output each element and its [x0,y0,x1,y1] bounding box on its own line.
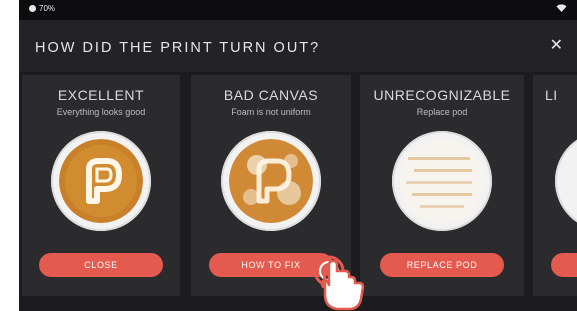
close-icon[interactable]: ✕ [550,38,563,54]
close-button[interactable]: CLOSE [39,253,163,277]
replace-pod-button[interactable]: REPLACE POD [380,253,504,277]
card-partial[interactable]: LI [533,75,577,296]
latte-print-image [221,131,321,231]
latte-print-image [555,131,577,231]
battery-indicator: 70% [29,4,55,13]
card-title: LI [545,87,558,103]
card-title: BAD CANVAS [223,87,319,103]
card-unrecognizable[interactable]: UNRECOGNIZABLE Replace pod REPLACE POD [360,75,524,296]
latte-excellent-image [59,139,143,223]
latte-unrecognizable-image [400,139,484,223]
battery-level: 70% [39,4,56,13]
page-title: HOW DID THE PRINT TURN OUT? [35,40,321,56]
card-subtitle: Everything looks good [56,107,146,117]
battery-icon [29,5,36,12]
tap-hand-icon [313,255,365,311]
status-bar: 70% [19,0,577,20]
latte-bad-canvas-image [229,139,313,223]
dialog-header: HOW DID THE PRINT TURN OUT? ✕ [19,20,577,72]
latte-print-image [51,131,151,231]
app-window: 70% HOW DID THE PRINT TURN OUT? ✕ EXCELL… [19,0,577,311]
card-subtitle: Replace pod [416,107,468,117]
card-title: UNRECOGNIZABLE [373,87,511,103]
card-title: EXCELLENT [57,87,145,103]
wifi-icon [556,4,567,14]
card-button[interactable] [551,253,577,277]
latte-print-image [392,131,492,231]
card-subtitle: Foam is not uniform [231,107,311,117]
result-options: EXCELLENT Everything looks good CLOSE BA… [19,75,577,296]
card-excellent[interactable]: EXCELLENT Everything looks good CLOSE [22,75,180,296]
